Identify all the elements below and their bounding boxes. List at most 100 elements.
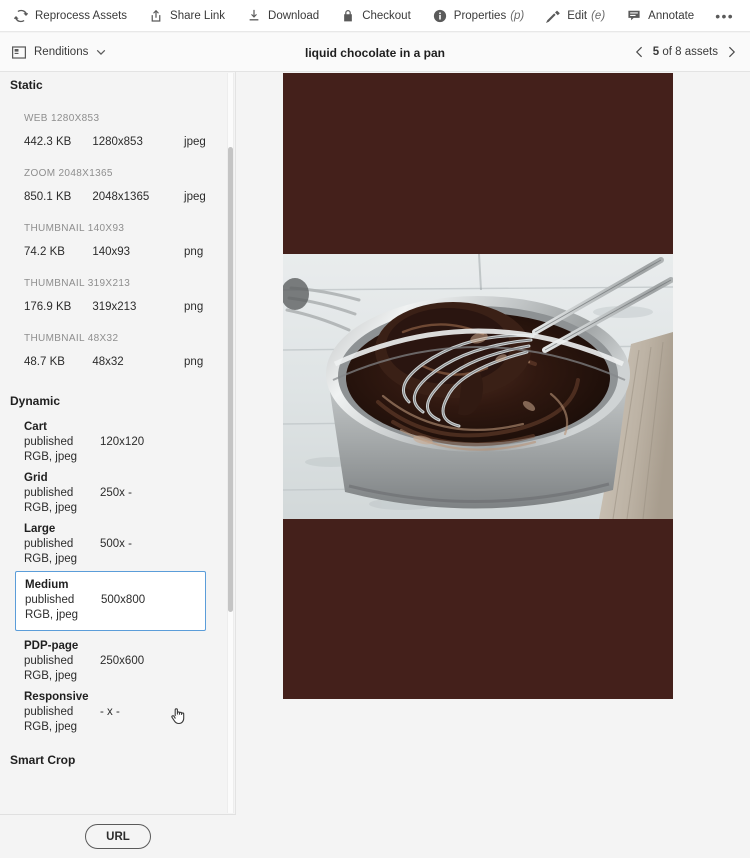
dynamic-rendition-status: published — [24, 538, 74, 550]
dynamic-rendition-dimensions: 500x800 — [101, 594, 146, 606]
smart-crop-section-heading: Smart Crop — [10, 753, 76, 767]
renditions-dropdown[interactable]: Renditions — [0, 33, 118, 72]
static-dimensions: 48x32 — [92, 356, 124, 368]
static-group-label: THUMBNAIL 319X213 — [24, 278, 131, 289]
dynamic-rendition-detail: RGB, jpeg — [24, 502, 78, 514]
checkout-button[interactable]: Checkout — [330, 0, 422, 32]
dynamic-rendition-detail: RGB, jpeg — [24, 721, 78, 733]
dynamic-rendition-name: PDP-page — [24, 640, 79, 652]
top-toolbar: Reprocess Assets Share Link Download Che… — [0, 0, 750, 32]
static-dimensions: 140x93 — [92, 246, 131, 258]
dynamic-rendition-responsive[interactable]: Responsive published - x - RGB, jpeg — [0, 691, 229, 733]
dynamic-rendition-cart[interactable]: Cart published 120x120 RGB, jpeg — [0, 421, 229, 463]
renditions-list: Static WEB 1280X853 442.3 KB 1280x853 jp… — [0, 72, 229, 814]
asset-counter-total: of 8 assets — [662, 46, 718, 58]
reprocess-assets-button[interactable]: Reprocess Assets — [0, 0, 138, 32]
static-rendition-item[interactable]: THUMBNAIL 319X213 176.9 KB 319x213 png — [0, 258, 229, 313]
dynamic-rendition-dimensions: 250x - — [100, 487, 132, 499]
static-format: png — [184, 356, 204, 368]
dynamic-rendition-detail: RGB, jpeg — [25, 609, 79, 621]
info-icon — [433, 9, 447, 23]
dynamic-rendition-dimensions: 120x120 — [100, 436, 145, 448]
panel-scrollbar-thumb[interactable] — [228, 147, 233, 612]
static-rendition-item[interactable]: WEB 1280X853 442.3 KB 1280x853 jpeg — [0, 92, 229, 148]
renditions-panel: Static WEB 1280X853 442.3 KB 1280x853 jp… — [0, 72, 236, 814]
dynamic-rendition-status: published — [24, 706, 74, 718]
dynamic-rendition-name: Medium — [25, 579, 69, 591]
static-file-size: 442.3 KB — [24, 136, 72, 148]
dynamic-rendition-medium[interactable]: Medium published 500x800 RGB, jpeg — [15, 571, 206, 631]
asset-preview-area — [237, 72, 750, 858]
pencil-icon — [546, 9, 561, 23]
dynamic-rendition-name: Large — [24, 523, 56, 535]
next-asset-icon[interactable] — [727, 46, 736, 58]
edit-label: Edit — [567, 9, 588, 22]
static-rendition-item[interactable]: ZOOM 2048X1365 850.1 KB 2048x1365 jpeg — [0, 148, 229, 203]
dynamic-rendition-status: published — [25, 594, 75, 606]
static-format: jpeg — [184, 136, 206, 148]
mouse-cursor — [170, 706, 188, 726]
dynamic-rendition-status: published — [24, 487, 74, 499]
dynamic-rendition-detail: RGB, jpeg — [24, 451, 78, 463]
dynamic-section-heading: Dynamic — [10, 394, 61, 408]
static-section-heading: Static — [10, 78, 43, 92]
dynamic-rendition-detail: RGB, jpeg — [24, 553, 78, 565]
renditions-icon — [12, 45, 26, 59]
properties-button[interactable]: Properties (p) — [422, 0, 535, 32]
renditions-bar: Renditions liquid chocolate in a pan 5 o… — [0, 33, 750, 72]
static-file-size: 850.1 KB — [24, 191, 72, 203]
static-format: png — [184, 246, 204, 258]
static-group-label: WEB 1280X853 — [24, 113, 100, 124]
properties-shortcut: (p) — [510, 9, 525, 22]
asset-photo — [283, 254, 673, 519]
dynamic-rendition-name: Cart — [24, 421, 48, 433]
reprocess-assets-label: Reprocess Assets — [35, 9, 128, 22]
previous-asset-icon[interactable] — [635, 46, 644, 58]
download-button[interactable]: Download — [236, 0, 330, 32]
dynamic-rendition-large[interactable]: Large published 500x - RGB, jpeg — [0, 523, 229, 565]
static-dimensions: 319x213 — [92, 301, 137, 313]
url-button[interactable]: URL — [85, 824, 151, 849]
dynamic-rendition-status: published — [24, 436, 74, 448]
lock-icon — [341, 9, 355, 23]
static-format: png — [184, 301, 204, 313]
properties-label: Properties — [453, 9, 507, 22]
share-link-label: Share Link — [170, 9, 226, 22]
annotate-label: Annotate — [648, 9, 695, 22]
static-dimensions: 2048x1365 — [92, 191, 150, 203]
static-group-label: THUMBNAIL 48X32 — [24, 333, 119, 344]
dynamic-rendition-pdp-page[interactable]: PDP-page published 250x600 RGB, jpeg — [0, 640, 229, 682]
asset-pager: 5 of 8 assets — [635, 46, 750, 58]
checkout-label: Checkout — [362, 9, 411, 22]
chevron-down-icon — [96, 47, 106, 57]
static-group-label: ZOOM 2048X1365 — [24, 168, 113, 179]
application-window: Reprocess Assets Share Link Download Che… — [0, 0, 750, 858]
annotate-button[interactable]: Annotate — [616, 0, 705, 32]
static-file-size: 74.2 KB — [24, 246, 65, 258]
edit-shortcut: (e) — [591, 9, 606, 22]
static-group-label: THUMBNAIL 140X93 — [24, 223, 125, 234]
static-rendition-item[interactable]: THUMBNAIL 48X32 48.7 KB 48x32 png — [0, 313, 229, 368]
static-rendition-item[interactable]: THUMBNAIL 140X93 74.2 KB 140x93 png — [0, 203, 229, 258]
edit-button[interactable]: Edit (e) — [535, 0, 616, 32]
rendition-preview-canvas[interactable] — [283, 73, 673, 699]
dynamic-rendition-status: published — [24, 655, 74, 667]
dynamic-rendition-detail: RGB, jpeg — [24, 670, 78, 682]
dynamic-rendition-dimensions: 250x600 — [100, 655, 145, 667]
asset-counter: 5 of 8 assets — [653, 46, 718, 58]
more-options-button[interactable]: ••• — [705, 0, 744, 32]
download-icon — [247, 9, 261, 23]
asset-counter-current: 5 — [652, 46, 660, 58]
annotate-icon — [627, 9, 641, 23]
dynamic-rendition-dimensions: 500x - — [100, 538, 132, 550]
share-link-button[interactable]: Share Link — [138, 0, 236, 32]
close-button[interactable]: Close — [744, 0, 750, 32]
static-file-size: 176.9 KB — [24, 301, 72, 313]
reprocess-icon — [14, 9, 28, 23]
static-file-size: 48.7 KB — [24, 356, 65, 368]
dynamic-rendition-name: Grid — [24, 472, 48, 484]
dynamic-rendition-name: Responsive — [24, 691, 89, 703]
dynamic-rendition-grid[interactable]: Grid published 250x - RGB, jpeg — [0, 472, 229, 514]
panel-footer: URL — [0, 814, 236, 858]
download-label: Download — [268, 9, 320, 22]
